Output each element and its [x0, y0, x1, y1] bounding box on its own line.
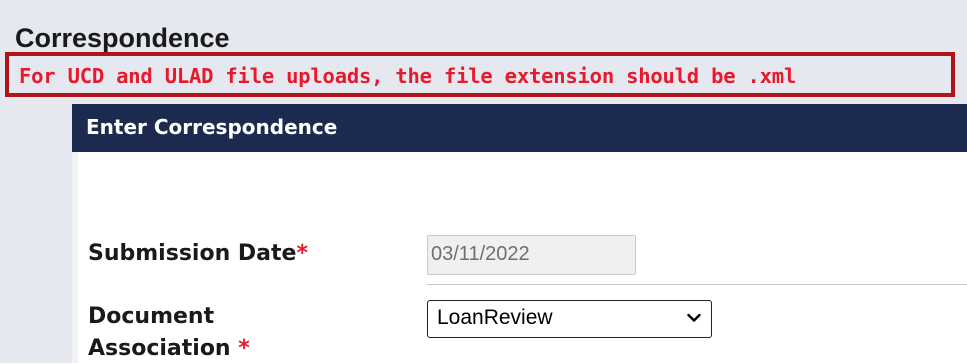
enter-correspondence-panel: Enter Correspondence Submission Date* 03… [72, 104, 967, 363]
chevron-down-icon [687, 313, 701, 322]
field-divider [427, 284, 967, 285]
required-marker: * [238, 336, 250, 361]
panel-header-title: Enter Correspondence [86, 115, 338, 139]
document-association-select[interactable]: LoanReview [427, 300, 712, 338]
panel-header: Enter Correspondence [72, 104, 967, 152]
submission-date-field: 03/11/2022 [427, 235, 636, 275]
document-association-label-line2: Association * [88, 334, 250, 364]
required-marker: * [296, 241, 308, 266]
submission-date-label: Submission Date* [88, 239, 308, 269]
upload-notice-box: For UCD and ULAD file uploads, the file … [5, 52, 955, 97]
document-association-label-text: Association [88, 336, 231, 361]
page-title: Correspondence [15, 23, 230, 53]
panel-left-edge [72, 152, 78, 363]
upload-notice-text: For UCD and ULAD file uploads, the file … [19, 64, 797, 88]
submission-date-label-text: Submission Date [88, 241, 297, 266]
document-association-selected-value: LoanReview [437, 306, 553, 329]
document-association-label-line1: Document [88, 304, 215, 329]
